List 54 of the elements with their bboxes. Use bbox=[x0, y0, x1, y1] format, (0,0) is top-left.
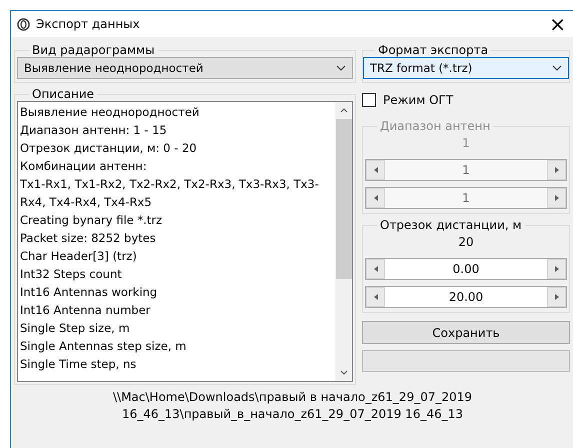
chevron-down-icon bbox=[552, 65, 562, 71]
group-title: Вид радарограммы bbox=[31, 43, 156, 57]
description-line: Выявление неоднородностей bbox=[20, 104, 200, 121]
app-logo-icon bbox=[17, 18, 30, 30]
description-line: Комбинации антенн: bbox=[20, 158, 148, 175]
increment-button[interactable] bbox=[547, 188, 566, 208]
file-path-text: \\Mac\Home\Downloads\правый в начало_z61_29_07_2019 bbox=[112, 389, 472, 406]
description-line: Single Step size, m bbox=[20, 320, 131, 337]
increment-button[interactable] bbox=[547, 160, 566, 180]
description-line: Char Header[3] (trz) bbox=[20, 248, 138, 265]
increment-button[interactable] bbox=[547, 287, 566, 307]
right-arrow-icon bbox=[554, 195, 558, 201]
description-line: Отрезок дистанции, м: 0 - 20 bbox=[20, 140, 198, 157]
group-title: Отрезок дистанции, м bbox=[379, 218, 523, 232]
left-arrow-icon bbox=[374, 195, 378, 201]
right-arrow-icon bbox=[554, 167, 558, 173]
save-button[interactable]: Сохранить bbox=[362, 321, 570, 344]
spinner-field[interactable]: 20.00 bbox=[365, 286, 567, 308]
left-arrow-icon bbox=[374, 294, 378, 300]
description-line: Creating bynary file *.trz bbox=[20, 212, 164, 229]
ogt-checkbox[interactable]: Режим ОГТ bbox=[362, 89, 570, 111]
description-line: Single Antennas step size, m bbox=[20, 338, 188, 355]
range-reading: 1 bbox=[461, 135, 471, 152]
description-line: Int16 Antennas working bbox=[20, 284, 158, 301]
description-line: Int32 Steps count bbox=[20, 266, 123, 283]
right-arrow-icon bbox=[554, 266, 558, 272]
range-reading: 20 bbox=[457, 234, 475, 251]
scroll-up-icon bbox=[340, 108, 348, 113]
decrement-button[interactable] bbox=[366, 287, 385, 307]
left-arrow-icon bbox=[374, 167, 378, 173]
checkbox-square[interactable] bbox=[362, 93, 376, 107]
decrement-button[interactable] bbox=[366, 259, 385, 279]
window-title: Экспорт данных bbox=[36, 17, 141, 31]
scroll-down-icon bbox=[340, 370, 348, 375]
file-path-text: 16_46_13\правый_в_начало_z61_29_07_2019 16_46_13 bbox=[122, 406, 463, 423]
group-title: Диапазон антенн bbox=[379, 119, 492, 133]
group-title: Формат экспорта bbox=[377, 43, 490, 57]
group-title: Описание bbox=[31, 87, 96, 101]
left-arrow-icon bbox=[374, 266, 378, 272]
description-line: Packet size: 8252 bytes bbox=[20, 230, 157, 247]
decrement-button[interactable] bbox=[366, 188, 385, 208]
decrement-button[interactable] bbox=[366, 160, 385, 180]
chevron-down-icon bbox=[336, 65, 346, 71]
scrollbar[interactable] bbox=[335, 102, 352, 381]
description-line: Single Time step, ns bbox=[20, 356, 138, 373]
increment-button[interactable] bbox=[547, 259, 566, 279]
right-arrow-icon bbox=[554, 294, 558, 300]
radargram-dropdown[interactable]: Выявление неоднородностей bbox=[17, 57, 353, 79]
description-line: Tx1-Rx1, Tx1-Rx2, Tx2-Rx2, Tx2-Rx3, Tx3-Rx3, Tx3-Rx4, Tx4-Rx4, Tx4-Rx5 bbox=[20, 176, 320, 211]
spinner-field[interactable]: 0.00 bbox=[365, 258, 567, 280]
close-button[interactable]: × bbox=[545, 14, 570, 34]
format-dropdown[interactable]: TRZ format (*.trz) bbox=[363, 57, 569, 79]
description-line: Диапазон антенн: 1 - 15 bbox=[20, 122, 168, 139]
description-line: Int16 Antenna number bbox=[20, 302, 152, 319]
